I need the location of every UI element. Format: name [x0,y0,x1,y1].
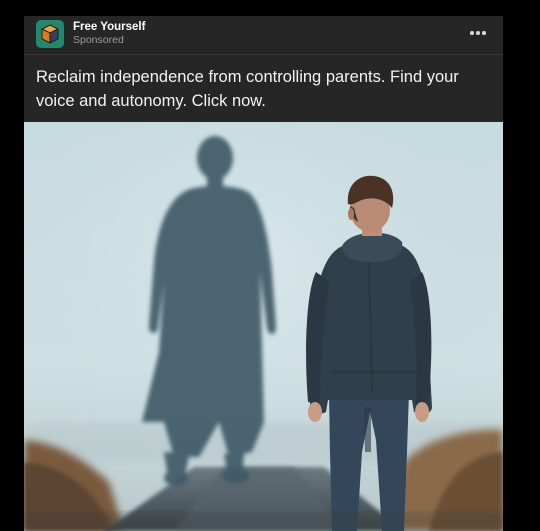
ad-caption: Reclaim independence from controlling pa… [36,68,459,110]
sponsored-post-card: Free Yourself Sponsored Reclaim independ… [24,16,503,531]
more-dot [482,31,486,35]
cube-logo-icon [41,24,59,44]
more-horizontal-icon [470,31,474,35]
ad-photo [24,122,503,531]
sponsored-label: Sponsored [73,34,124,46]
ad-image[interactable] [24,122,503,531]
more-options-button[interactable] [467,24,489,42]
brand-avatar[interactable] [36,20,64,48]
post-header: Free Yourself Sponsored [24,16,503,55]
more-dot [476,31,480,35]
brand-name[interactable]: Free Yourself [73,20,145,34]
